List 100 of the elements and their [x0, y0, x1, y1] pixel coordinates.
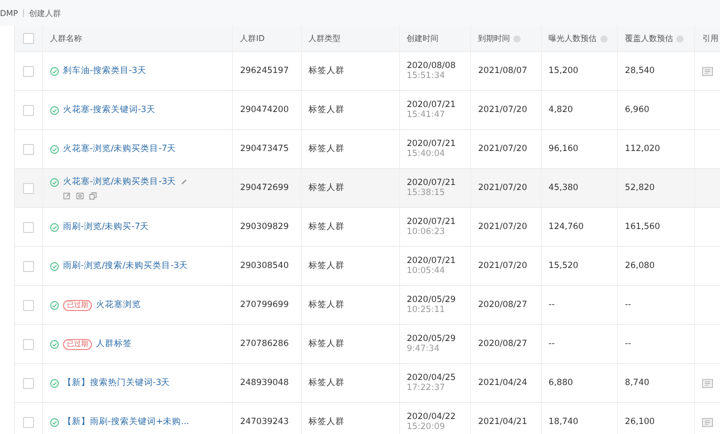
audience-type: 标签人群	[308, 260, 345, 272]
row-checkbox[interactable]	[22, 66, 34, 76]
audience-type: 标签人群	[308, 221, 345, 233]
audience-name-link[interactable]: 火花塞-浏览/未购买类目-3天	[62, 176, 176, 188]
audience-id: 270786286	[240, 339, 289, 349]
row-checkbox[interactable]	[22, 300, 34, 310]
expiry-date: 2021/07/20	[478, 222, 528, 232]
row-checkbox[interactable]	[22, 144, 34, 154]
column-header: 人群类型	[308, 33, 341, 44]
select-all-checkbox[interactable]	[22, 33, 34, 44]
expiry-date: 2021/04/24	[478, 378, 528, 388]
column-header: 人群ID	[240, 33, 265, 44]
expiry-date: 2021/04/21	[478, 417, 528, 427]
breadcrumb-item[interactable]: DMP	[0, 8, 18, 18]
coverage-estimate: --	[624, 339, 632, 349]
created-date: 2020/05/29	[406, 295, 456, 305]
exposure-estimate: --	[548, 300, 555, 310]
created-date: 2020/07/21	[406, 100, 456, 110]
copy-icon[interactable]	[88, 192, 97, 200]
coverage-estimate: 26,100	[624, 417, 655, 427]
help-icon[interactable]	[676, 34, 684, 42]
check-circle-icon	[50, 178, 59, 186]
coverage-estimate: 28,540	[624, 66, 655, 76]
coverage-estimate: 26,080	[624, 261, 655, 271]
audience-id: 290308540	[240, 261, 289, 271]
expiry-date: 2020/08/27	[478, 300, 528, 310]
document-icon[interactable]	[702, 66, 714, 76]
check-circle-icon	[50, 144, 59, 154]
exposure-estimate: 6,880	[548, 378, 573, 388]
audience-name-link[interactable]: 火花塞浏览	[96, 299, 141, 311]
expiry-date: 2021/07/20	[478, 183, 528, 193]
column-header: 引用	[702, 33, 718, 44]
audience-type: 标签人群	[308, 299, 345, 311]
exposure-estimate: 45,380	[548, 183, 578, 193]
expiry-date: 2021/07/20	[478, 105, 528, 115]
created-time: 9:47:34	[406, 344, 440, 354]
document-icon[interactable]	[702, 418, 714, 426]
expiry-date: 2021/07/20	[478, 144, 528, 154]
created-time: 10:25:11	[406, 305, 446, 315]
expiry-date: 2021/08/07	[478, 66, 528, 76]
audience-type: 标签人群	[308, 338, 345, 350]
audience-type: 标签人群	[308, 416, 345, 428]
check-circle-icon	[50, 222, 59, 232]
column-header: 人群名称	[50, 33, 82, 44]
created-date: 2020/07/21	[406, 256, 456, 266]
audience-type: 标签人群	[308, 65, 345, 77]
audience-name-link[interactable]: 火花塞-浏览/未购买类目-7天	[62, 143, 176, 155]
column-header: 创建时间	[406, 33, 439, 44]
document-icon[interactable]	[702, 378, 714, 388]
row-checkbox[interactable]	[22, 416, 34, 428]
coverage-estimate: 112,020	[624, 144, 660, 154]
coverage-estimate: --	[624, 300, 632, 310]
check-circle-icon	[50, 300, 59, 310]
audience-id: 290309829	[240, 222, 289, 232]
created-time: 17:22:37	[406, 383, 446, 393]
audience-id: 247039243	[240, 417, 289, 427]
created-time: 15:40:04	[406, 149, 446, 159]
created-date: 2020/07/21	[406, 217, 456, 227]
row-checkbox[interactable]	[22, 378, 34, 388]
row-checkbox[interactable]	[22, 182, 34, 194]
check-circle-icon	[50, 262, 59, 270]
audience-name-link[interactable]: 雨刷-浏览/搜索/未购买类目-3天	[62, 260, 188, 272]
created-date: 2020/07/21	[406, 139, 456, 149]
created-date: 2020/05/29	[406, 334, 456, 344]
row-checkbox[interactable]	[22, 338, 34, 350]
help-icon[interactable]	[513, 34, 522, 42]
created-date: 2020/07/21	[406, 178, 456, 188]
audience-name-link[interactable]: 雨刷-浏览/未购买-7天	[62, 221, 150, 233]
created-time: 15:51:34	[406, 71, 446, 81]
coverage-estimate: 52,820	[624, 183, 655, 193]
row-checkbox[interactable]	[22, 260, 34, 272]
audience-id: 290472699	[240, 183, 289, 193]
expiry-date: 2020/08/27	[478, 339, 528, 349]
audience-id: 290474200	[240, 105, 289, 115]
created-time: 10:05:44	[406, 266, 446, 276]
audience-name-link[interactable]: 【新】雨刷-搜索关键词+未购...	[62, 416, 190, 428]
row-checkbox[interactable]	[22, 104, 34, 116]
exposure-estimate: 96,160	[548, 144, 578, 154]
created-time: 15:38:15	[406, 188, 446, 198]
check-circle-icon	[50, 66, 59, 76]
audience-id: 290473475	[240, 144, 289, 154]
column-header: 到期时间	[478, 33, 510, 44]
audience-name-link[interactable]: 人群标签	[96, 338, 132, 350]
exposure-estimate: 4,820	[548, 105, 573, 115]
audience-name-link[interactable]: 【新】搜索热门关键词-3天	[62, 377, 170, 389]
breadcrumb-item: 创建人群	[28, 8, 61, 18]
audience-type: 标签人群	[308, 143, 345, 155]
column-header: 覆盖人数预估	[624, 33, 673, 44]
audience-id: 248939048	[240, 378, 289, 388]
view-icon[interactable]	[76, 192, 84, 200]
audience-name-link[interactable]: 刹车油-搜索类目-3天	[62, 65, 146, 77]
edit-icon[interactable]	[62, 192, 71, 200]
column-header: 曝光人数预估	[548, 33, 597, 44]
created-date: 2020/04/22	[406, 412, 456, 422]
audience-name-link[interactable]: 火花塞-搜索关键词-3天	[62, 104, 156, 116]
coverage-estimate: 6,960	[624, 105, 650, 115]
check-circle-icon	[50, 418, 59, 426]
pencil-icon[interactable]	[180, 178, 188, 186]
row-checkbox[interactable]	[22, 222, 34, 232]
help-icon[interactable]	[600, 34, 608, 42]
